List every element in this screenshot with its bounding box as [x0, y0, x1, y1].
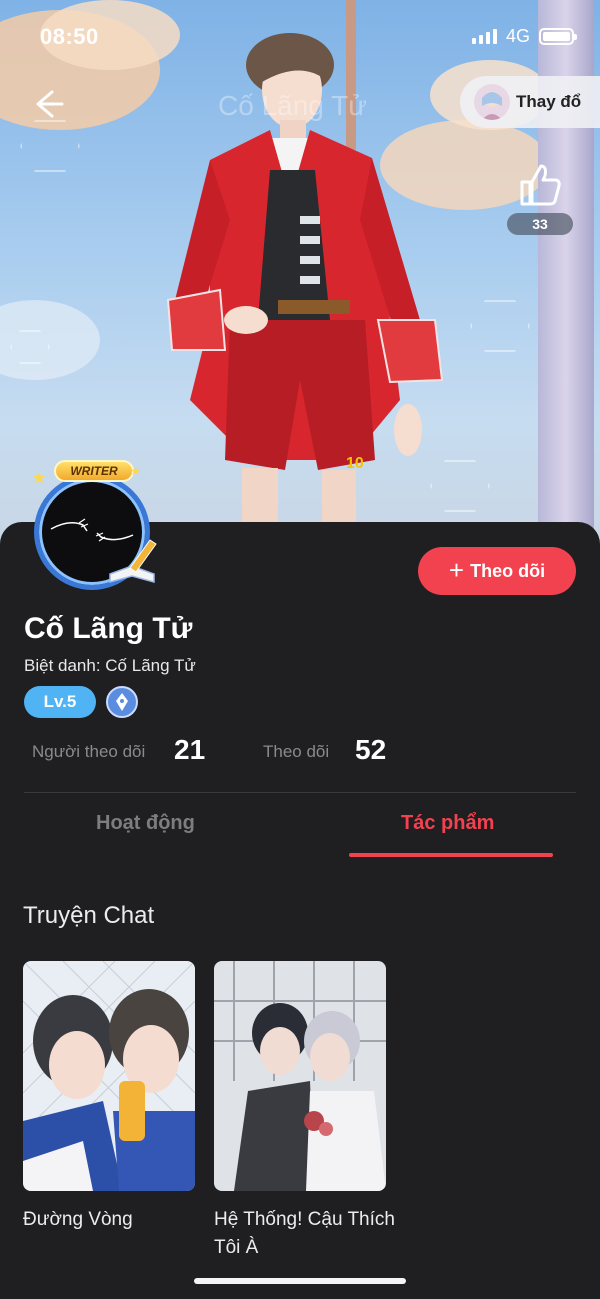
star-icon: ★ [32, 470, 47, 487]
section-title: Truyện Chat [23, 902, 155, 929]
follow-button[interactable]: + Theo dõi [418, 547, 576, 595]
status-time: 08:50 [40, 24, 99, 49]
like-button[interactable] [514, 160, 564, 210]
change-outfit-label: Thay đổ [516, 92, 582, 111]
writer-badge: WRITER [54, 460, 134, 482]
like-thumb-icon [520, 164, 561, 206]
avatar[interactable]: WRITER ★ ★ [26, 460, 160, 594]
work-card[interactable] [214, 961, 386, 1191]
tab-activity[interactable]: Hoạt động [96, 812, 195, 835]
home-indicator[interactable] [194, 1278, 406, 1284]
profile-nickname: Biệt danh: Cố Lãng Tử [24, 656, 196, 675]
followers-count[interactable]: 21 [174, 734, 205, 766]
work-title[interactable]: Đường Vòng [23, 1206, 223, 1234]
back-button[interactable] [28, 84, 68, 124]
like-count: 33 [507, 213, 573, 235]
level-badge[interactable]: Lv.5 [24, 686, 96, 718]
active-tab-indicator [349, 853, 553, 857]
hexagon-decoration [470, 300, 530, 352]
follow-button-label: Theo dõi [470, 560, 546, 581]
network-type: 4G [506, 26, 531, 46]
work-cover-image [23, 961, 195, 1191]
back-arrow-icon [36, 90, 64, 118]
book-pen-icon [109, 539, 157, 583]
profile-name: Cố Lãng Tử [24, 612, 193, 645]
signal-icon [472, 29, 497, 44]
battery-icon [539, 28, 577, 45]
work-cover-image [214, 961, 386, 1191]
work-title[interactable]: Hệ Thống! Cậu Thích Tôi À [214, 1206, 404, 1262]
tab-works[interactable]: Tác phẩm [401, 812, 494, 835]
outfit-avatar-icon [474, 84, 510, 120]
change-outfit-button[interactable]: Thay đổ [460, 76, 600, 128]
following-label[interactable]: Theo dõi [263, 742, 329, 762]
following-count[interactable]: 52 [355, 734, 386, 766]
pen-badge-icon[interactable] [106, 686, 138, 718]
divider [24, 792, 576, 793]
page-title: Cố Lãng Tử [218, 90, 367, 121]
followers-label[interactable]: Người theo dõi [32, 742, 145, 762]
work-card[interactable] [23, 961, 195, 1191]
plus-icon: + [448, 555, 465, 585]
star-icon: ★ [130, 464, 141, 478]
svg-text:10: 10 [346, 455, 364, 472]
status-bar: 08:50 4G [0, 0, 600, 70]
